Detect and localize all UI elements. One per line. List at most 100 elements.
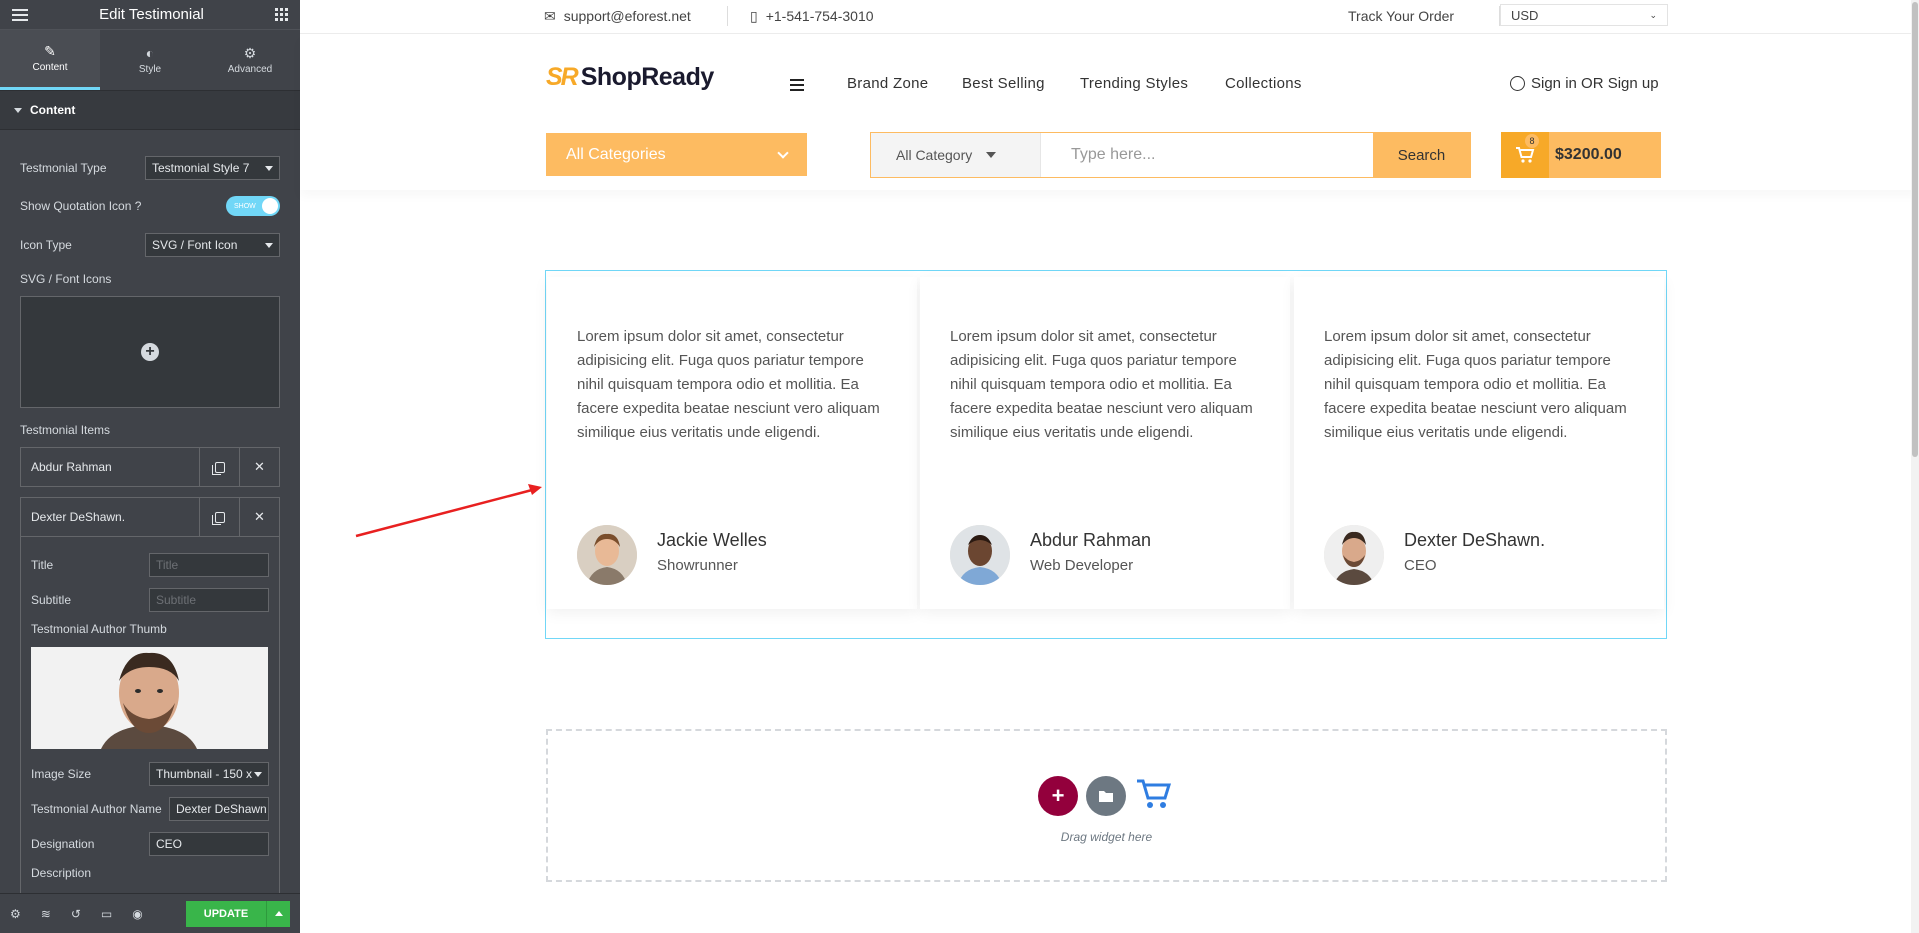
image-size-control: Image Size Thumbnail - 150 x [31,762,269,786]
divider [727,6,728,26]
duplicate-button[interactable] [199,498,239,536]
drop-zone[interactable]: + Drag widget here [546,729,1667,882]
image-size-select[interactable]: Thumbnail - 150 x [149,762,269,786]
nav-trending-styles[interactable]: Trending Styles [1080,75,1188,92]
preview-eye-icon[interactable]: ◉ [132,907,142,921]
remove-button[interactable]: ✕ [239,498,279,536]
designation-control: Designation CEO [31,832,269,856]
repeater-item-title: Dexter DeShawn. [31,510,126,524]
chevron-down-icon [777,146,789,159]
tab-advanced[interactable]: ⚙ Advanced [200,30,300,90]
author-name: Jackie Welles [657,530,767,550]
items-label-row: Testmonial Items [20,423,280,437]
search-input[interactable]: Type here... [1041,133,1373,177]
icon-picker[interactable]: + [20,296,280,408]
author-name: Dexter DeShawn. [1404,530,1546,550]
icon-type-select[interactable]: SVG / Font Icon [145,233,280,257]
designation-input[interactable]: CEO [149,832,269,856]
add-template-button[interactable] [1086,775,1126,816]
testimonial-text: Lorem ipsum dolor sit amet, consectetur … [950,328,1253,441]
widgets-grid-icon[interactable] [275,8,288,21]
tab-content[interactable]: ✎ Content [0,30,100,90]
search-category-select[interactable]: All Category [871,133,1041,177]
testimonial-widget[interactable]: Lorem ipsum dolor sit amet, consectetur … [545,270,1667,639]
signin-link[interactable]: Sign in OR Sign up [1510,75,1659,92]
search-bar: All Category Type here... Search [870,132,1471,178]
dropzone-actions: + [1038,773,1174,818]
hamburger-menu-icon[interactable] [790,79,804,91]
subtitle-input[interactable]: Subtitle [149,588,269,612]
remove-button[interactable]: ✕ [239,448,279,486]
author-thumbnail[interactable] [31,647,268,749]
repeater-item-title: Abdur Rahman [31,460,112,474]
page-scrollbar[interactable] [1911,0,1919,933]
logo-mark: SR [546,63,579,91]
save-options-button[interactable] [266,900,290,927]
menu-icon[interactable] [12,8,28,21]
author-name-input[interactable]: Dexter DeShawn [169,797,269,821]
contrast-icon: ◐ [145,44,155,61]
duplicate-button[interactable] [199,448,239,486]
user-icon [1510,76,1525,91]
thumb-label: Testmonial Author Thumb [31,622,167,636]
icon-type-control: Icon Type SVG / Font Icon [20,233,280,257]
cart-icon: 8 [1501,132,1549,178]
phone-contact[interactable]: ▯ +1-541-754-3010 [750,0,874,32]
cart-count-badge: 8 [1525,134,1539,148]
cart-button[interactable]: 8 $3200.00 [1501,132,1661,178]
tab-style[interactable]: ◐ Style [100,30,200,90]
repeater-item-fields: Title Title Subtitle Subtitle Testmonial… [20,537,280,897]
shopready-cart-button[interactable] [1134,773,1174,818]
top-bar: ✉ support@eforest.net ▯ +1-541-754-3010 … [300,0,1919,34]
content-section-toggle[interactable]: Content [0,90,300,130]
svg-icons-label: SVG / Font Icons [20,272,112,286]
email-contact[interactable]: ✉ support@eforest.net [544,0,691,32]
icon-type-value: SVG / Font Icon [152,238,238,252]
thumb-control: Testmonial Author Thumb [31,622,269,636]
copy-icon [211,511,225,525]
copy-icon [211,461,225,475]
show-quote-toggle[interactable]: SHOW [226,196,280,216]
repeater-item[interactable]: Dexter DeShawn. ✕ [20,497,280,537]
dropzone-hint: Drag widget here [1060,830,1153,844]
all-categories-button[interactable]: All Categories [546,133,807,176]
cart-icon [1137,779,1172,808]
section-title: Content [30,103,76,117]
settings-icon[interactable]: ⚙ [10,907,21,921]
add-icon[interactable]: + [141,343,159,361]
author-photo-image [31,647,268,749]
layers-icon[interactable]: ≋ [41,907,51,921]
annotation-arrow-icon [355,484,542,538]
site-logo[interactable]: SR ShopReady [546,63,714,92]
currency-select[interactable]: USD ⌄ [1500,4,1668,26]
chevron-down-icon [265,165,273,171]
caret-down-icon [14,107,22,113]
show-quote-control: Show Quotation Icon ? SHOW [20,196,280,216]
designation-label: Designation [31,837,95,851]
subtitle-label: Subtitle [31,593,72,607]
add-section-button[interactable]: + [1038,775,1078,816]
testimonial-type-select[interactable]: Testmonial Style 7 [145,156,280,180]
author-role: Showrunner [657,557,738,574]
responsive-icon[interactable]: ▭ [101,907,112,921]
repeater-item[interactable]: Abdur Rahman ✕ [20,447,280,487]
all-categories-label: All Categories [566,145,666,163]
history-icon[interactable]: ↺ [71,907,81,921]
avatar [950,525,1010,585]
preview-frame: ✉ support@eforest.net ▯ +1-541-754-3010 … [300,0,1919,933]
nav-brand-zone[interactable]: Brand Zone [847,75,928,92]
nav-best-selling[interactable]: Best Selling [962,75,1045,92]
close-icon: ✕ [254,509,265,524]
panel-header: Edit Testimonial [0,0,300,30]
track-order-link[interactable]: Track Your Order [1348,0,1454,32]
description-label: Description [31,866,92,880]
nav-collections[interactable]: Collections [1225,75,1302,92]
title-input[interactable]: Title [149,553,269,577]
update-button[interactable]: UPDATE [186,900,266,927]
scrollbar-thumb[interactable] [1912,2,1918,457]
toggle-state: SHOW [234,202,256,210]
tab-content-label: Content [32,62,68,73]
search-button[interactable]: Search [1373,133,1470,177]
avatar [1324,525,1384,585]
description-control: Description [31,866,269,880]
